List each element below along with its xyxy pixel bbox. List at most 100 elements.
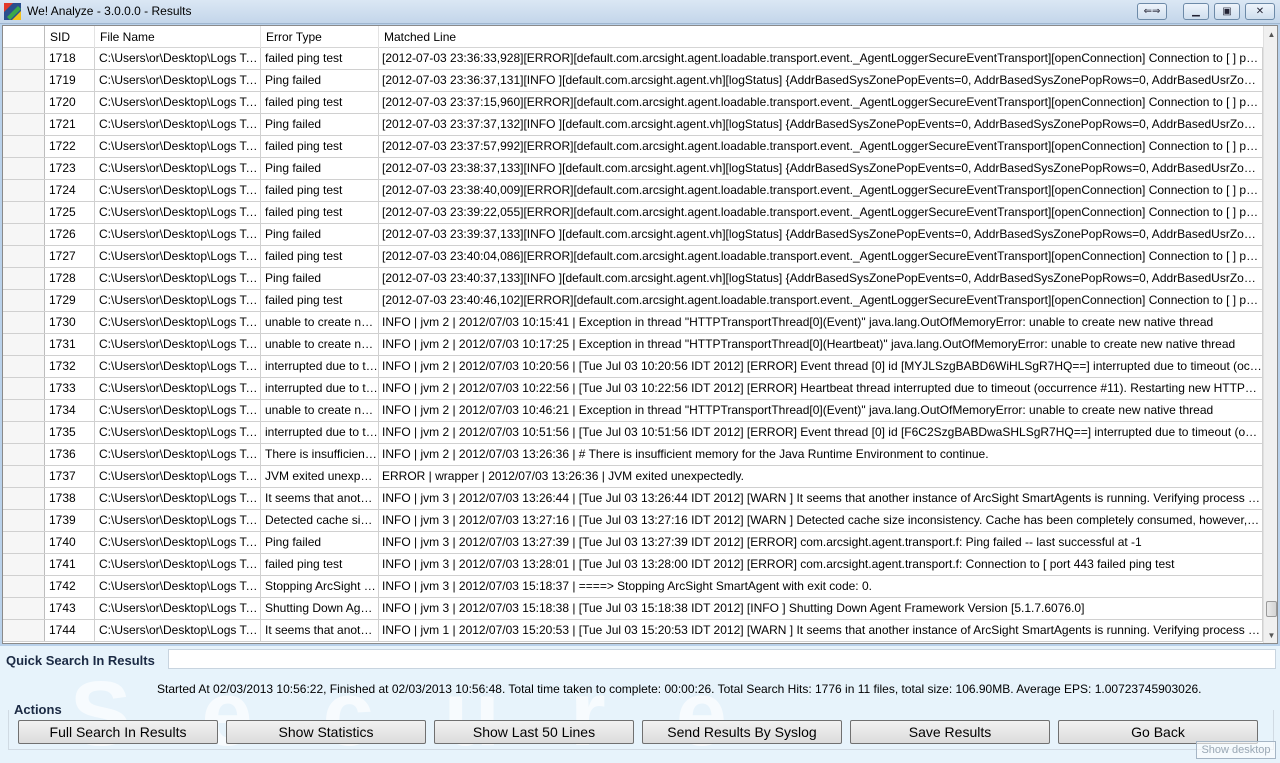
table-row[interactable]: 1726 C:\Users\or\Desktop\Logs To ... Ping … (3, 224, 1263, 246)
error-type-cell[interactable]: It seems that another... (261, 620, 379, 641)
full-search-button[interactable]: Full Search In Results (18, 720, 218, 744)
sid-cell[interactable]: 1742 (45, 576, 95, 597)
error-type-cell[interactable]: Shutting Down Agent... (261, 598, 379, 619)
sid-cell[interactable]: 1719 (45, 70, 95, 91)
row-selector[interactable] (3, 576, 45, 597)
column-header-matched-line[interactable]: Matched Line (379, 26, 1263, 48)
sid-cell[interactable]: 1738 (45, 488, 95, 509)
matched-line-cell[interactable]: INFO | jvm 2 | 2012/07/03 10:51:56 | [Tu… (379, 422, 1263, 443)
table-row[interactable]: 1731 C:\Users\or\Desktop\Logs To ... unabl… (3, 334, 1263, 356)
sid-cell[interactable]: 1732 (45, 356, 95, 377)
row-selector[interactable] (3, 554, 45, 575)
row-selector[interactable] (3, 378, 45, 399)
table-row[interactable]: 1742 C:\Users\or\Desktop\Logs To ... Stopp… (3, 576, 1263, 598)
column-header-error-type[interactable]: Error Type (261, 26, 379, 48)
table-row[interactable]: 1720 C:\Users\or\Desktop\Logs To ... faile… (3, 92, 1263, 114)
sid-cell[interactable]: 1730 (45, 312, 95, 333)
matched-line-cell[interactable]: [2012-07-03 23:36:37,131][INFO ][default… (379, 70, 1263, 91)
row-selector[interactable] (3, 334, 45, 355)
error-type-cell[interactable]: failed ping test (261, 246, 379, 267)
show-statistics-button[interactable]: Show Statistics (226, 720, 426, 744)
table-row[interactable]: 1732 C:\Users\or\Desktop\Logs To ... inter… (3, 356, 1263, 378)
row-selector[interactable] (3, 488, 45, 509)
file-name-cell[interactable]: C:\Users\or\Desktop\Logs To ... (95, 202, 261, 223)
row-selector[interactable] (3, 400, 45, 421)
row-selector[interactable] (3, 202, 45, 223)
row-selector[interactable] (3, 92, 45, 113)
matched-line-cell[interactable]: INFO | jvm 2 | 2012/07/03 10:22:56 | [Tu… (379, 378, 1263, 399)
sid-cell[interactable]: 1727 (45, 246, 95, 267)
file-name-cell[interactable]: C:\Users\or\Desktop\Logs To ... (95, 70, 261, 91)
matched-line-cell[interactable]: [2012-07-03 23:37:15,960][ERROR][default… (379, 92, 1263, 113)
save-results-button[interactable]: Save Results (850, 720, 1050, 744)
sid-cell[interactable]: 1731 (45, 334, 95, 355)
file-name-cell[interactable]: C:\Users\or\Desktop\Logs To ... (95, 92, 261, 113)
table-row[interactable]: 1736 C:\Users\or\Desktop\Logs To ... There… (3, 444, 1263, 466)
matched-line-cell[interactable]: INFO | jvm 3 | 2012/07/03 15:18:37 | ===… (379, 576, 1263, 597)
sid-cell[interactable]: 1739 (45, 510, 95, 531)
matched-line-cell[interactable]: ERROR | wrapper | 2012/07/03 13:26:36 | … (379, 466, 1263, 487)
file-name-cell[interactable]: C:\Users\or\Desktop\Logs To ... (95, 246, 261, 267)
row-selector[interactable] (3, 356, 45, 377)
error-type-cell[interactable]: It seems that another... (261, 488, 379, 509)
matched-line-cell[interactable]: INFO | jvm 3 | 2012/07/03 13:26:44 | [Tu… (379, 488, 1263, 509)
file-name-cell[interactable]: C:\Users\or\Desktop\Logs To ... (95, 400, 261, 421)
matched-line-cell[interactable]: [2012-07-03 23:40:04,086][ERROR][default… (379, 246, 1263, 267)
error-type-cell[interactable]: interrupted due to tim... (261, 422, 379, 443)
matched-line-cell[interactable]: [2012-07-03 23:40:37,133][INFO ][default… (379, 268, 1263, 289)
error-type-cell[interactable]: unable to create new... (261, 334, 379, 355)
matched-line-cell[interactable]: INFO | jvm 2 | 2012/07/03 13:26:36 | # T… (379, 444, 1263, 465)
matched-line-cell[interactable]: INFO | jvm 2 | 2012/07/03 10:46:21 | Exc… (379, 400, 1263, 421)
sid-cell[interactable]: 1722 (45, 136, 95, 157)
file-name-cell[interactable]: C:\Users\or\Desktop\Logs To ... (95, 466, 261, 487)
table-row[interactable]: 1718 C:\Users\or\Desktop\Logs To ... faile… (3, 48, 1263, 70)
sid-cell[interactable]: 1721 (45, 114, 95, 135)
table-row[interactable]: 1741 C:\Users\or\Desktop\Logs To ... faile… (3, 554, 1263, 576)
minimize-button[interactable]: ▁ (1183, 3, 1209, 20)
scroll-down-icon[interactable]: ▼ (1264, 627, 1277, 643)
sid-cell[interactable]: 1729 (45, 290, 95, 311)
file-name-cell[interactable]: C:\Users\or\Desktop\Logs To ... (95, 532, 261, 553)
error-type-cell[interactable]: Ping failed (261, 224, 379, 245)
show-desktop-button[interactable]: Show desktop (1196, 741, 1276, 759)
row-selector[interactable] (3, 532, 45, 553)
file-name-cell[interactable]: C:\Users\or\Desktop\Logs To ... (95, 488, 261, 509)
file-name-cell[interactable]: C:\Users\or\Desktop\Logs To ... (95, 598, 261, 619)
file-name-cell[interactable]: C:\Users\or\Desktop\Logs To ... (95, 290, 261, 311)
show-last-50-lines-button[interactable]: Show Last 50 Lines (434, 720, 634, 744)
file-name-cell[interactable]: C:\Users\or\Desktop\Logs To ... (95, 224, 261, 245)
table-row[interactable]: 1729 C:\Users\or\Desktop\Logs To ... faile… (3, 290, 1263, 312)
sid-cell[interactable]: 1733 (45, 378, 95, 399)
error-type-cell[interactable]: Ping failed (261, 70, 379, 91)
error-type-cell[interactable]: JVM exited unexpect... (261, 466, 379, 487)
table-row[interactable]: 1739 C:\Users\or\Desktop\Logs To ... Detec… (3, 510, 1263, 532)
row-selector[interactable] (3, 158, 45, 179)
row-selector[interactable] (3, 268, 45, 289)
row-selector[interactable] (3, 312, 45, 333)
table-row[interactable]: 1744 C:\Users\or\Desktop\Logs To ... It se… (3, 620, 1263, 642)
sid-cell[interactable]: 1723 (45, 158, 95, 179)
sid-cell[interactable]: 1744 (45, 620, 95, 641)
row-selector[interactable] (3, 246, 45, 267)
file-name-cell[interactable]: C:\Users\or\Desktop\Logs To ... (95, 422, 261, 443)
table-row[interactable]: 1728 C:\Users\or\Desktop\Logs To ... Ping … (3, 268, 1263, 290)
error-type-cell[interactable]: failed ping test (261, 92, 379, 113)
row-selector[interactable] (3, 70, 45, 91)
file-name-cell[interactable]: C:\Users\or\Desktop\Logs To ... (95, 554, 261, 575)
sid-cell[interactable]: 1740 (45, 532, 95, 553)
maximize-button[interactable]: ▣ (1214, 3, 1240, 20)
file-name-cell[interactable]: C:\Users\or\Desktop\Logs To ... (95, 356, 261, 377)
matched-line-cell[interactable]: [2012-07-03 23:40:46,102][ERROR][default… (379, 290, 1263, 311)
sid-cell[interactable]: 1735 (45, 422, 95, 443)
file-name-cell[interactable]: C:\Users\or\Desktop\Logs To ... (95, 136, 261, 157)
matched-line-cell[interactable]: INFO | jvm 2 | 2012/07/03 10:15:41 | Exc… (379, 312, 1263, 333)
error-type-cell[interactable]: failed ping test (261, 554, 379, 575)
row-selector[interactable] (3, 466, 45, 487)
quick-search-input[interactable] (168, 649, 1276, 669)
matched-line-cell[interactable]: INFO | jvm 3 | 2012/07/03 15:18:38 | [Tu… (379, 598, 1263, 619)
row-selector[interactable] (3, 444, 45, 465)
row-selector-header[interactable] (3, 26, 45, 48)
table-row[interactable]: 1719 C:\Users\or\Desktop\Logs To ... Ping … (3, 70, 1263, 92)
file-name-cell[interactable]: C:\Users\or\Desktop\Logs To ... (95, 378, 261, 399)
table-row[interactable]: 1738 C:\Users\or\Desktop\Logs To ... It se… (3, 488, 1263, 510)
